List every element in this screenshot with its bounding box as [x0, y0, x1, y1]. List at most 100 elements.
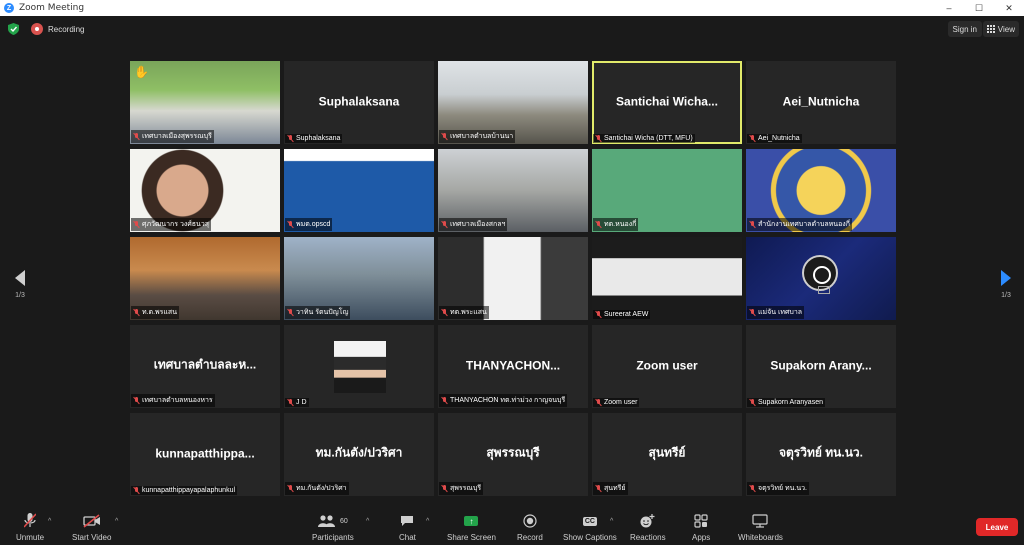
share-screen-icon: ↑ [464, 512, 479, 530]
participant-name: Sureerat AEW [604, 311, 649, 318]
chat-options-caret-icon[interactable]: ^ [426, 518, 429, 525]
view-button[interactable]: View [982, 21, 1019, 37]
maximize-button[interactable]: ☐ [964, 0, 994, 16]
participant-display-name: จตุรวิทย์ ทน.นว. [778, 445, 863, 460]
record-label: Record [517, 533, 543, 542]
next-page-button[interactable]: 1/3 [996, 270, 1016, 299]
closed-captions-icon: CC [582, 512, 597, 530]
whiteboards-button[interactable]: Whiteboards [738, 512, 783, 542]
raised-hand-icon: ✋ [134, 65, 149, 79]
unmute-button[interactable]: Unmute [16, 512, 44, 542]
share-screen-label: Share Screen [447, 533, 496, 542]
participant-name: ทต.หนองกี่ [604, 221, 637, 228]
participant-name-label: Santichai Wicha (DTT, MFU) [593, 134, 695, 143]
record-button[interactable]: Record [517, 512, 543, 542]
unmute-label: Unmute [16, 533, 45, 542]
participant-tile[interactable]: Supakorn Arany... Supakorn Aranyasen [746, 325, 896, 408]
chat-label: Chat [399, 533, 416, 542]
reactions-button[interactable]: Reactions [630, 512, 666, 542]
participant-tile[interactable]: สุนทรีย์ สุนทรีย์ [592, 413, 742, 496]
participant-tile[interactable]: Santichai Wicha... Santichai Wicha (DTT, … [592, 61, 742, 144]
video-off-icon [818, 286, 830, 294]
participants-button[interactable]: 60 Participants [312, 512, 354, 542]
participant-tile[interactable]: ท.ต.พรแสน [130, 237, 280, 320]
chevron-left-icon [15, 270, 25, 286]
participant-name-label: พมต.opscd [285, 218, 333, 231]
participant-name-label: J D [285, 398, 309, 407]
participant-tile[interactable]: สำนักงานเทศบาลตำบลหนองกี่ [746, 149, 896, 232]
participant-name: Santichai Wicha (DTT, MFU) [604, 135, 693, 142]
participant-name-label: สุนทรีย์ [593, 482, 628, 495]
participant-tile[interactable]: J D [284, 325, 434, 408]
chat-button[interactable]: Chat [399, 512, 416, 542]
participant-tile[interactable]: THANYACHON... THANYACHON ทต.ท่าม่วง กาญจน… [438, 325, 588, 408]
participant-name: ศุภวัฒนากร วงศ์ธนวสุ [142, 221, 210, 228]
participant-display-name: THANYACHON... [465, 358, 561, 373]
window-title: Zoom Meeting [19, 3, 85, 13]
participant-name-label: Sureerat AEW [593, 310, 651, 319]
participant-name: ทต.พระแสน [450, 309, 487, 316]
participant-tile[interactable]: Suphalaksana Suphalaksana [284, 61, 434, 144]
video-gallery: ✋ เทศบาลเมืองสุพรรณบุรี Suphalaksana Suphal… [130, 61, 896, 499]
participant-tile[interactable]: ทต.พระแสน [438, 237, 588, 320]
participant-tile[interactable]: แม่จัน เทศบาล [746, 237, 896, 320]
participant-tile[interactable]: เทศบาลตำบลบ้านนา [438, 61, 588, 144]
participant-name-label: ศุภวัฒนากร วงศ์ธนวสุ [131, 218, 212, 231]
participant-name-label: ทต.หนองกี่ [593, 218, 639, 231]
participant-tile[interactable]: kunnapatthippa... kunnapatthippayapalaphu… [130, 413, 280, 496]
grid-view-icon [986, 25, 995, 33]
audio-options-caret-icon[interactable]: ^ [48, 518, 51, 525]
participant-name-label: ทต.พระแสน [439, 306, 489, 319]
show-captions-button[interactable]: CC Show Captions [563, 512, 617, 542]
participant-tile[interactable]: พมต.opscd [284, 149, 434, 232]
zoom-logo-icon: Z [4, 3, 14, 13]
previous-page-button[interactable]: 1/3 [10, 270, 30, 299]
participants-icon: 60 [318, 512, 348, 530]
participant-tile[interactable]: Aei_Nutnicha Aei_Nutnicha [746, 61, 896, 144]
microphone-muted-icon [595, 135, 602, 142]
participant-display-name: Supakorn Arany... [770, 358, 872, 373]
participant-tile[interactable]: Zoom user Zoom user [592, 325, 742, 408]
participant-name: เทศบาลตำบลหนองหาร [142, 397, 213, 404]
participant-tile[interactable]: วาทิน รัตนปัญโญ [284, 237, 434, 320]
captions-options-caret-icon[interactable]: ^ [610, 518, 613, 525]
start-video-button[interactable]: Start Video [72, 512, 111, 542]
participant-tile[interactable]: ทม.กันตัง/ปวริศา ทม.กันตัง/ปวริศา [284, 413, 434, 496]
participant-name: จตุรวิทย์ ทน.นว. [758, 485, 808, 492]
microphone-muted-icon [749, 399, 756, 406]
microphone-muted-icon [441, 221, 448, 228]
participant-display-name: Aei_Nutnicha [782, 94, 860, 109]
microphone-muted-icon [287, 309, 294, 316]
participant-name-label: สำนักงานเทศบาลตำบลหนองกี่ [747, 218, 852, 231]
participants-options-caret-icon[interactable]: ^ [366, 518, 369, 525]
participants-label: Participants [312, 533, 354, 542]
close-button[interactable]: ✕ [994, 0, 1024, 16]
leave-button[interactable]: Leave [976, 518, 1018, 536]
participant-name: สำนักงานเทศบาลตำบลหนองกี่ [758, 221, 850, 228]
participant-tile[interactable]: เทศบาลตำบลละห... เทศบาลตำบลหนองหาร [130, 325, 280, 408]
view-label: View [997, 24, 1015, 34]
sign-in-button[interactable]: Sign in [947, 21, 982, 37]
participant-tile[interactable]: ทต.หนองกี่ [592, 149, 742, 232]
participant-name-label: Zoom user [593, 398, 640, 407]
participant-tile[interactable]: สุพรรณบุรี สุพรรณบุรี [438, 413, 588, 496]
record-icon [523, 512, 537, 530]
participant-name: ท.ต.พรแสน [142, 309, 177, 316]
whiteboard-icon [752, 512, 769, 530]
participant-tile[interactable]: ✋ เทศบาลเมืองสุพรรณบุรี [130, 61, 280, 144]
microphone-muted-icon [749, 135, 756, 142]
avatar [334, 341, 386, 393]
participant-tile[interactable]: เทศบาลเมืองสกลฯ [438, 149, 588, 232]
participant-tile[interactable]: จตุรวิทย์ ทน.นว. จตุรวิทย์ ทน.นว. [746, 413, 896, 496]
shield-icon[interactable] [8, 23, 19, 35]
participant-name: kunnapatthippayapalaphunkul [142, 487, 236, 494]
microphone-muted-icon [441, 397, 448, 404]
participant-name: แม่จัน เทศบาล [758, 309, 803, 316]
apps-button[interactable]: Apps [692, 512, 710, 542]
participant-tile[interactable]: ศุภวัฒนากร วงศ์ธนวสุ [130, 149, 280, 232]
minimize-button[interactable]: – [934, 0, 964, 16]
video-options-caret-icon[interactable]: ^ [115, 518, 118, 525]
microphone-muted-icon [749, 309, 756, 316]
share-screen-button[interactable]: ↑ Share Screen [447, 512, 496, 542]
participant-tile[interactable]: Sureerat AEW [592, 237, 742, 320]
